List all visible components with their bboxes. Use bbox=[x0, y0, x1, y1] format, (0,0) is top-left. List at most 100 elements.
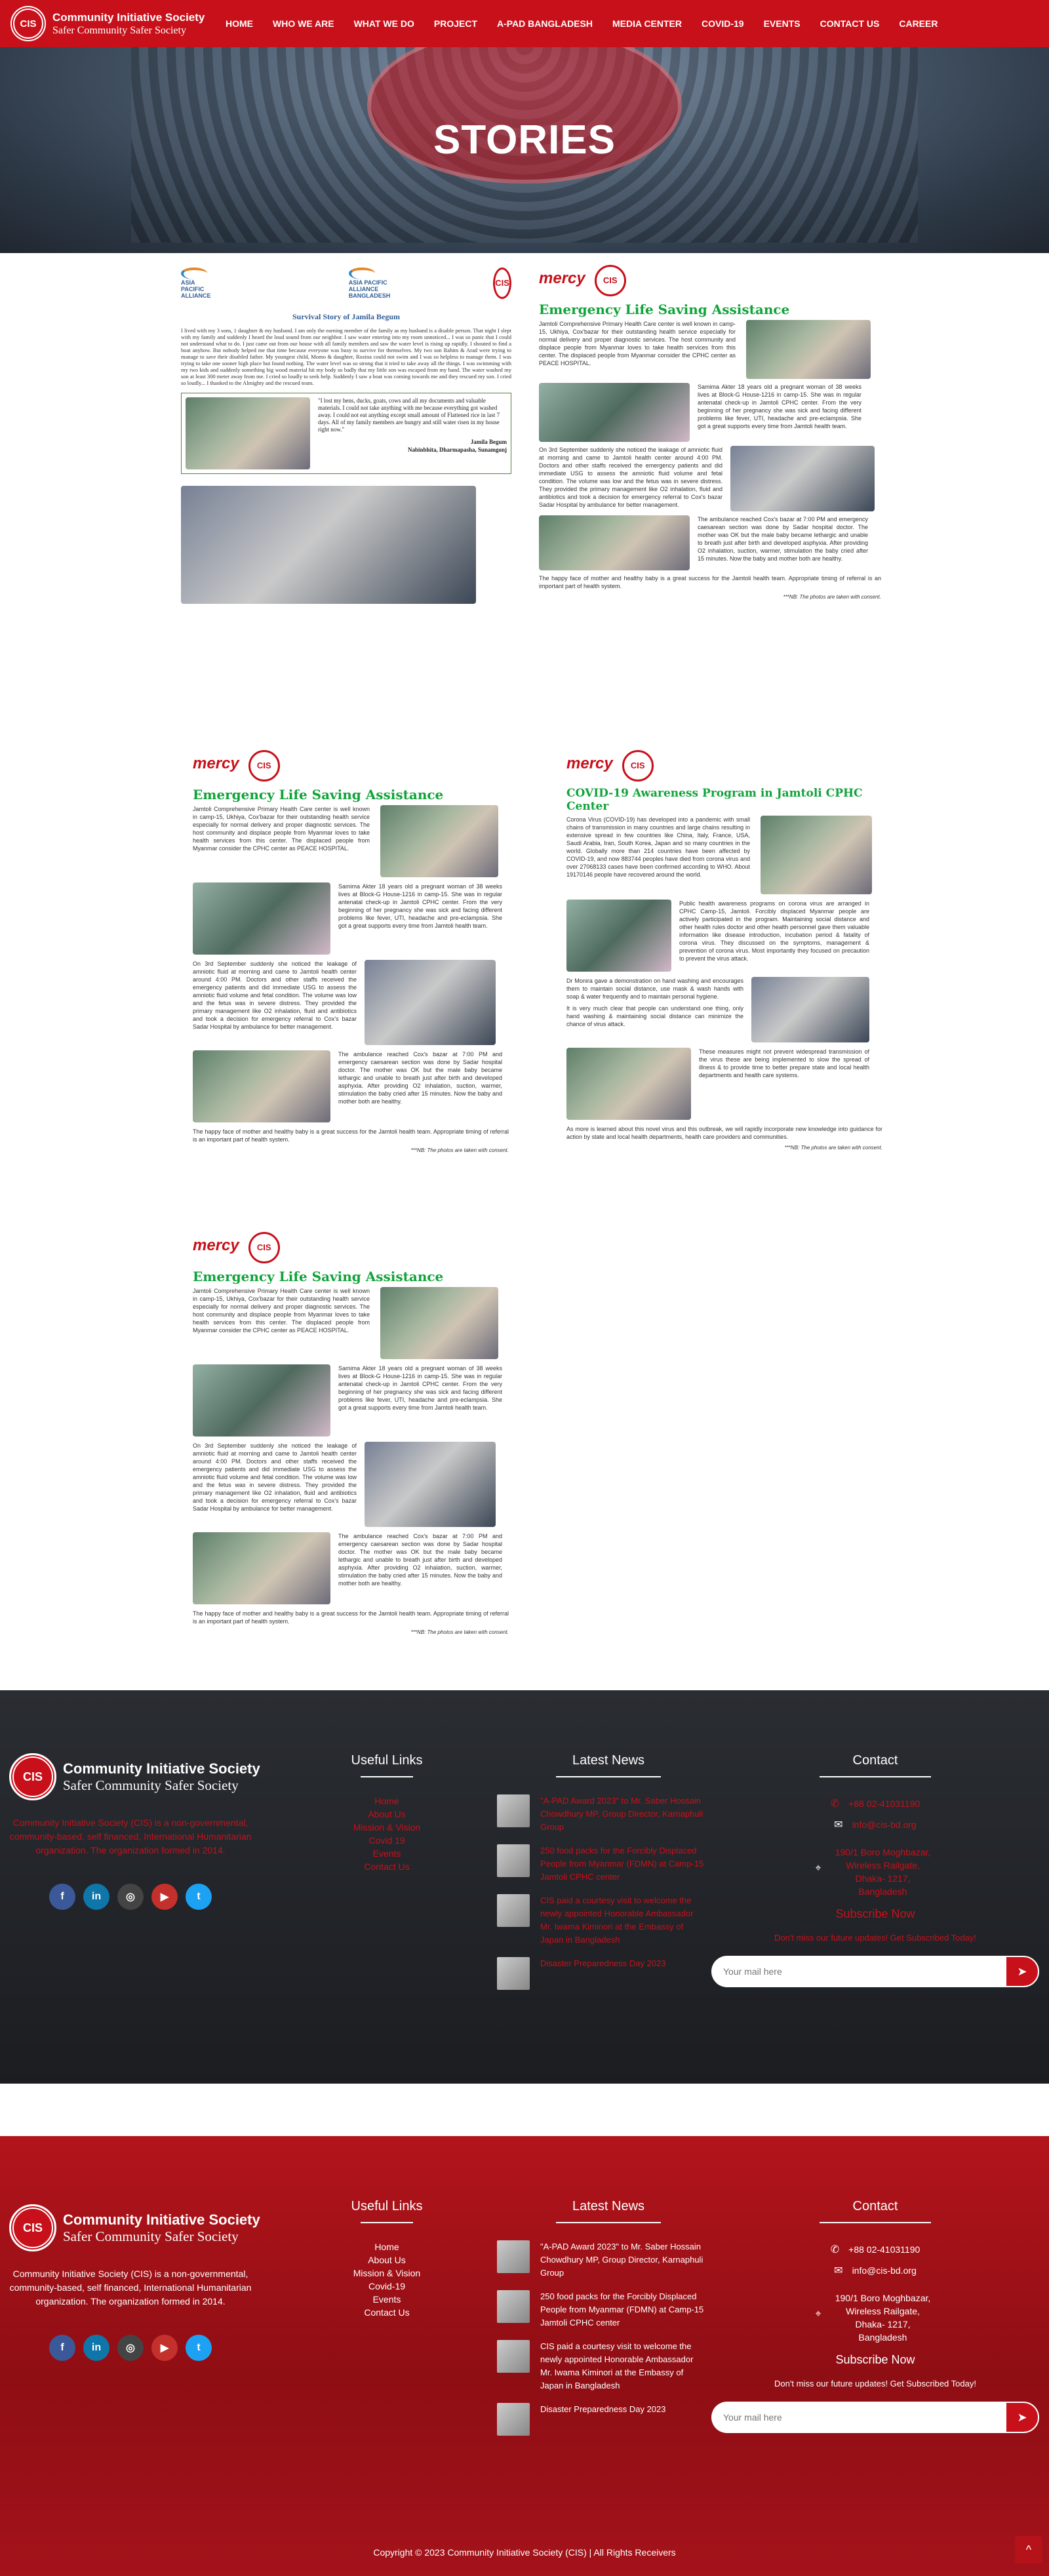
footer-link-mission[interactable]: Mission & Vision bbox=[334, 2267, 439, 2280]
facebook-icon[interactable]: f bbox=[49, 1884, 75, 1910]
footer-link-mission[interactable]: Mission & Vision bbox=[334, 1821, 439, 1834]
story-photo bbox=[193, 1532, 330, 1604]
email-icon: ✉ bbox=[834, 1819, 843, 1831]
instagram-icon[interactable]: ◎ bbox=[117, 1884, 144, 1910]
story-survival[interactable]: ASIA PACIFIC ALLIANCE ASIA PACIFIC ALLIA… bbox=[176, 262, 517, 695]
mercy-logo: mercy bbox=[566, 755, 613, 773]
footer-latest-news: Latest News "A-PAD Award 2023" to Mr. Sa… bbox=[497, 2199, 720, 2436]
footer-link-about[interactable]: About Us bbox=[334, 1808, 439, 1821]
nav-apad[interactable]: A-PAD BANGLADESH bbox=[497, 18, 593, 29]
story-paragraph: The happy face of mother and healthy bab… bbox=[539, 575, 881, 589]
story-paragraph: It is very much clear that people can un… bbox=[566, 1005, 743, 1027]
story-emergency-3[interactable]: mercy CIS Emergency Life Saving Assistanc… bbox=[190, 1229, 511, 1682]
news-item[interactable]: CIS paid a courtesy visit to welcome the… bbox=[497, 1894, 707, 1947]
photo-note: ***NB: The photos are taken with consent… bbox=[783, 594, 881, 600]
footer-link-events[interactable]: Events bbox=[334, 2293, 439, 2306]
story-paragraph: Corona Virus (COVID-19) has developed in… bbox=[566, 816, 750, 878]
twitter-icon[interactable]: t bbox=[186, 1884, 212, 1910]
nav-career[interactable]: CAREER bbox=[899, 18, 938, 29]
story-photo bbox=[539, 383, 690, 442]
footer-red: CIS Community Initiative Society Safer C… bbox=[0, 2136, 1049, 2576]
news-item[interactable]: Disaster Preparedness Day 2023 bbox=[497, 1957, 707, 1990]
apa-bangladesh-logo: ASIA PACIFIC ALLIANCE BANGLADESH bbox=[348, 268, 408, 299]
news-item[interactable]: "A-PAD Award 2023" to Mr. Saber Hossain … bbox=[497, 2240, 707, 2280]
send-icon[interactable]: ➤ bbox=[1005, 1956, 1039, 1987]
photo-note: ***NB: The photos are taken with consent… bbox=[410, 1147, 509, 1153]
facebook-icon[interactable]: f bbox=[49, 2335, 75, 2361]
youtube-icon[interactable]: ▶ bbox=[151, 2335, 178, 2361]
quote-name: Jamila Begum bbox=[470, 439, 507, 445]
story-title: Emergency Life Saving Assistance bbox=[193, 787, 444, 803]
footer-link-events[interactable]: Events bbox=[334, 1847, 439, 1860]
story-emergency-1[interactable]: mercy CIS Emergency Life Saving Assistanc… bbox=[536, 262, 884, 623]
story-paragraph: As more is learned about this novel viru… bbox=[566, 1126, 882, 1140]
nav-who-we-are[interactable]: WHO WE ARE bbox=[273, 18, 334, 29]
subscribe-form: ➤ bbox=[711, 1956, 1039, 1987]
location-icon: ⌖ bbox=[815, 2308, 821, 2320]
story-photo bbox=[751, 977, 869, 1042]
story-title: Emergency Life Saving Assistance bbox=[539, 302, 790, 317]
mercy-logo: mercy bbox=[539, 269, 585, 288]
location-icon: ⌖ bbox=[815, 1863, 821, 1874]
subscribe-email-input[interactable] bbox=[711, 2402, 1005, 2433]
footer-latest-news: Latest News "A-PAD Award 2023" to Mr. Sa… bbox=[497, 1753, 720, 1990]
footer-link-home[interactable]: Home bbox=[334, 2240, 439, 2253]
photo-note: ***NB: The photos are taken with consent… bbox=[784, 1145, 882, 1151]
apa-logo: ASIA PACIFIC ALLIANCE bbox=[181, 268, 218, 299]
nav-covid[interactable]: COVID-19 bbox=[702, 18, 744, 29]
subscribe-form: ➤ bbox=[711, 2402, 1039, 2433]
subscribe-email-input[interactable] bbox=[711, 1956, 1005, 1987]
story-emergency-2[interactable]: mercy CIS Emergency Life Saving Assistanc… bbox=[190, 747, 511, 1200]
brand[interactable]: CIS Community Initiative Society Safer C… bbox=[10, 6, 207, 41]
social-links: f in ◎ ▶ t bbox=[9, 2335, 252, 2361]
news-item[interactable]: 250 food packs for the Forcibly Displace… bbox=[497, 1844, 707, 1884]
nav-project[interactable]: PROJECT bbox=[434, 18, 477, 29]
story-paragraph: The ambulance reached Cox's bazar at 7:0… bbox=[338, 1051, 502, 1105]
nav-what-we-do[interactable]: WHAT WE DO bbox=[354, 18, 414, 29]
cis-logo: CIS bbox=[248, 750, 280, 782]
nav-media-center[interactable]: MEDIA CENTER bbox=[612, 18, 682, 29]
footer-useful-links: Useful Links Home About Us Mission & Vis… bbox=[334, 1753, 439, 1873]
news-item[interactable]: 250 food packs for the Forcibly Displace… bbox=[497, 2290, 707, 2329]
twitter-icon[interactable]: t bbox=[186, 2335, 212, 2361]
story-title: Emergency Life Saving Assistance bbox=[193, 1269, 444, 1284]
nav-events[interactable]: EVENTS bbox=[764, 18, 801, 29]
footer-link-home[interactable]: Home bbox=[334, 1794, 439, 1808]
instagram-icon[interactable]: ◎ bbox=[117, 2335, 144, 2361]
footer-link-covid[interactable]: Covid 19 bbox=[334, 1834, 439, 1847]
footer-link-about[interactable]: About Us bbox=[334, 2253, 439, 2267]
news-item[interactable]: CIS paid a courtesy visit to welcome the… bbox=[497, 2340, 707, 2392]
story-photo bbox=[539, 515, 690, 570]
linkedin-icon[interactable]: in bbox=[83, 1884, 109, 1910]
footer-useful-links: Useful Links Home About Us Mission & Vis… bbox=[334, 2199, 439, 2319]
mercy-logo: mercy bbox=[193, 755, 239, 773]
news-item[interactable]: "A-PAD Award 2023" to Mr. Saber Hossain … bbox=[497, 1794, 707, 1834]
brand-subtitle: Safer Community Safer Society bbox=[52, 24, 186, 36]
email-icon: ✉ bbox=[834, 2265, 843, 2276]
youtube-icon[interactable]: ▶ bbox=[151, 1884, 178, 1910]
news-item[interactable]: Disaster Preparedness Day 2023 bbox=[497, 2403, 707, 2436]
story-body: I lived with my 3 sons, 1 daughter & my … bbox=[181, 327, 511, 386]
main-menu: HOME WHO WE ARE WHAT WE DO PROJECT A-PAD… bbox=[226, 18, 957, 29]
story-covid[interactable]: mercy CIS COVID-19 Awareness Program in J… bbox=[564, 747, 885, 1180]
footer-logo[interactable]: CIS Community Initiative Society Safer C… bbox=[9, 2204, 260, 2251]
page-title: STORIES bbox=[433, 117, 616, 163]
footer-logo[interactable]: CIS Community Initiative Society Safer C… bbox=[9, 1753, 260, 1800]
footer-link-contact[interactable]: Contact Us bbox=[334, 2306, 439, 2319]
footer-link-contact[interactable]: Contact Us bbox=[334, 1860, 439, 1873]
story-photo bbox=[730, 446, 875, 511]
cis-logo: CIS bbox=[493, 268, 511, 299]
quote-box: "I lost my hens, ducks, goats, cows and … bbox=[181, 393, 511, 474]
footer-contact: Contact ✆ +88 02-41031190 ✉ info@cis-bd.or… bbox=[711, 2199, 1039, 2433]
photo-note: ***NB: The photos are taken with consent… bbox=[410, 1629, 509, 1635]
linkedin-icon[interactable]: in bbox=[83, 2335, 109, 2361]
quote-text: "I lost my hens, ducks, goats, cows and … bbox=[318, 397, 500, 433]
top-navigation: CIS Community Initiative Society Safer C… bbox=[0, 0, 1049, 47]
nav-home[interactable]: HOME bbox=[226, 18, 253, 29]
cis-logo: CIS bbox=[248, 1232, 280, 1263]
flood-photo bbox=[181, 486, 476, 604]
footer-link-covid[interactable]: Covid-19 bbox=[334, 2280, 439, 2293]
nav-contact[interactable]: CONTACT US bbox=[820, 18, 880, 29]
scroll-to-top-icon[interactable]: ^ bbox=[1015, 2536, 1042, 2564]
send-icon[interactable]: ➤ bbox=[1005, 2402, 1039, 2433]
